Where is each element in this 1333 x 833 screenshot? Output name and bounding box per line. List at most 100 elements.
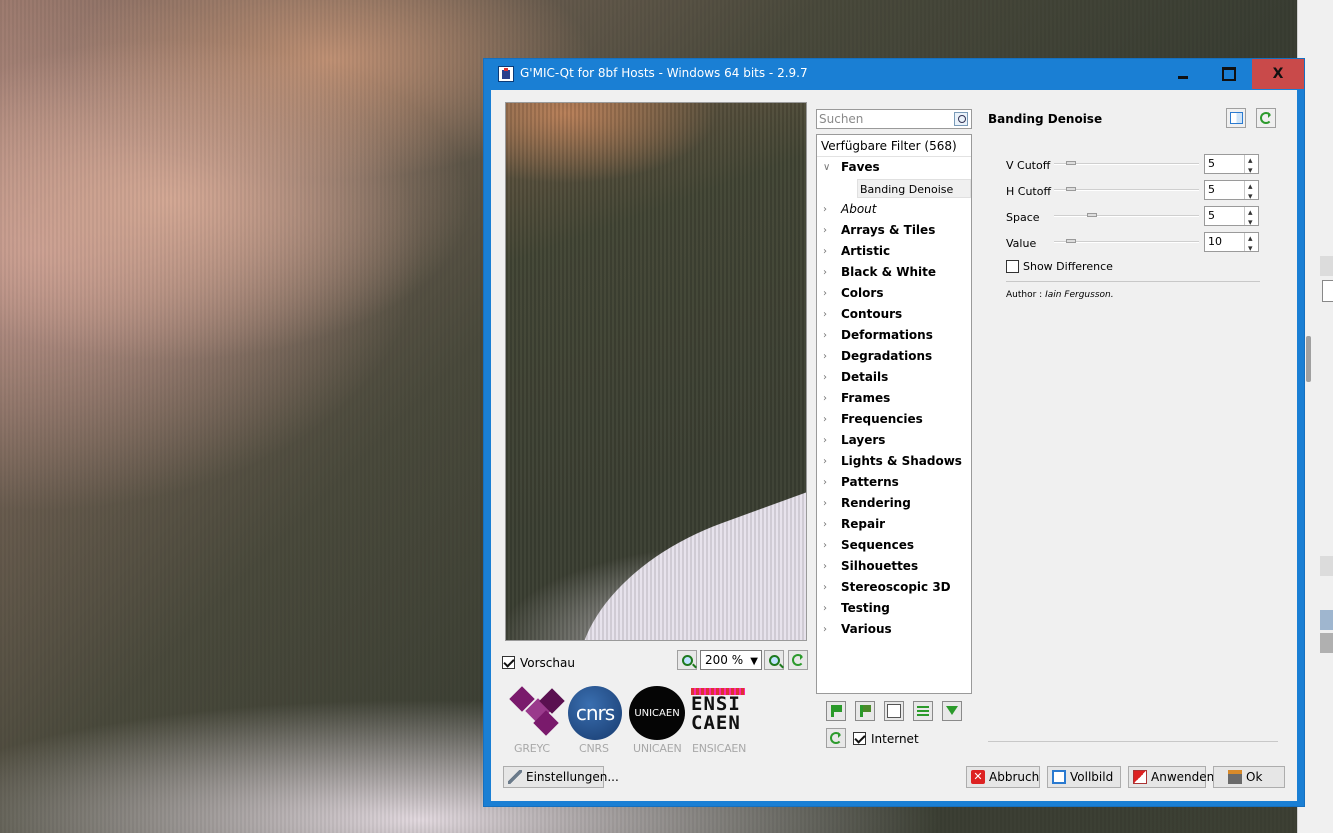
filter-category-stereoscopic-3d[interactable]: › Stereoscopic 3D <box>817 577 971 598</box>
chevron-right-icon: › <box>823 561 827 572</box>
filter-category-arrays-tiles[interactable]: › Arrays & Tiles <box>817 220 971 241</box>
reset-params-button[interactable] <box>1256 108 1276 128</box>
unicaen-logo[interactable]: UNICAEN <box>629 686 685 740</box>
host-layer-icon[interactable] <box>1320 633 1333 653</box>
settings-button-label: Einstellungen... <box>526 770 619 784</box>
title-bar[interactable]: G'MIC-Qt for 8bf Hosts - Windows 64 bits… <box>484 59 1304 89</box>
zoom-out-button[interactable] <box>677 650 697 670</box>
cancel-icon: ✕ <box>971 770 985 784</box>
filter-category-contours[interactable]: › Contours <box>817 304 971 325</box>
ensicaen-logo[interactable]: ENSI CAEN <box>691 688 747 740</box>
show-difference-checkbox[interactable] <box>1006 260 1019 273</box>
apply-button-label: Anwenden <box>1151 770 1215 784</box>
slider-space[interactable] <box>1054 215 1199 217</box>
slider-handle-v-cutoff[interactable] <box>1066 161 1076 165</box>
filter-category-frames[interactable]: › Frames <box>817 388 971 409</box>
filter-category-label: Deformations <box>841 328 933 342</box>
update-filters-button[interactable] <box>826 728 846 748</box>
minimize-button[interactable] <box>1160 59 1206 89</box>
filter-category-degradations[interactable]: › Degradations <box>817 346 971 367</box>
host-scrollbar[interactable] <box>1306 336 1311 382</box>
zoom-select[interactable]: 200 % ▼ <box>700 650 762 670</box>
fullscreen-button[interactable]: Vollbild <box>1047 766 1121 788</box>
filter-category-details[interactable]: › Details <box>817 367 971 388</box>
expand-collapse-button[interactable] <box>942 701 962 721</box>
remove-fave-button[interactable] <box>855 701 875 721</box>
cnrs-logo[interactable]: cnrs <box>568 686 622 740</box>
arrow-down-icon <box>946 706 958 721</box>
chevron-right-icon: › <box>823 414 827 425</box>
cancel-button[interactable]: ✕ Abbruch <box>966 766 1040 788</box>
search-icon[interactable] <box>954 112 968 126</box>
slider-handle-value[interactable] <box>1066 239 1076 243</box>
filter-category-colors[interactable]: › Colors <box>817 283 971 304</box>
add-fave-icon <box>834 705 842 712</box>
toggle-visibility-button[interactable] <box>913 701 933 721</box>
filter-category-testing[interactable]: › Testing <box>817 598 971 619</box>
ok-button-label: Ok <box>1246 770 1263 784</box>
param-label-value: Value <box>1006 237 1037 250</box>
filter-category-sequences[interactable]: › Sequences <box>817 535 971 556</box>
chevron-right-icon: › <box>823 288 827 299</box>
spin-arrows-icon[interactable] <box>1244 204 1258 232</box>
spin-arrows-icon[interactable] <box>1244 152 1258 180</box>
filter-category-label: Frames <box>841 391 891 405</box>
greyc-logo[interactable] <box>507 686 565 738</box>
spinbox-h-cutoff[interactable]: 5 <box>1204 178 1259 206</box>
filter-category-silhouettes[interactable]: › Silhouettes <box>817 556 971 577</box>
zoom-reset-button[interactable] <box>788 650 808 670</box>
filter-category-artistic[interactable]: › Artistic <box>817 241 971 262</box>
filter-category-label: Various <box>841 622 892 636</box>
unicaen-caption: UNICAEN <box>633 742 682 755</box>
ok-button[interactable]: Ok <box>1213 766 1285 788</box>
filter-category-patterns[interactable]: › Patterns <box>817 472 971 493</box>
spinbox-space[interactable]: 5 <box>1204 204 1259 232</box>
slider-handle-space[interactable] <box>1087 213 1097 217</box>
filter-category-label: Frequencies <box>841 412 923 426</box>
search-input[interactable]: Suchen <box>816 109 972 129</box>
slider-handle-h-cutoff[interactable] <box>1066 187 1076 191</box>
filter-item-banding-denoise[interactable]: Banding Denoise <box>857 179 971 198</box>
filter-category-deformations[interactable]: › Deformations <box>817 325 971 346</box>
spinbox-value-param[interactable]: 10 <box>1204 230 1259 258</box>
filter-category-lights-shadows[interactable]: › Lights & Shadows <box>817 451 971 472</box>
filter-category-various[interactable]: › Various <box>817 619 971 640</box>
filter-category-repair[interactable]: › Repair <box>817 514 971 535</box>
settings-button[interactable]: Einstellungen... <box>503 766 619 788</box>
filter-category-rendering[interactable]: › Rendering <box>817 493 971 514</box>
host-layer-icon[interactable] <box>1320 610 1333 630</box>
filter-category-label: Colors <box>841 286 884 300</box>
close-button[interactable]: X <box>1252 59 1304 89</box>
host-input-field[interactable] <box>1322 280 1333 302</box>
spin-arrows-icon[interactable] <box>1244 230 1258 258</box>
filter-category-about[interactable]: › About <box>817 199 971 220</box>
add-fave-button[interactable] <box>826 701 846 721</box>
preview-checkbox[interactable] <box>502 656 515 669</box>
filter-category-layers[interactable]: › Layers <box>817 430 971 451</box>
filter-category-frequencies[interactable]: › Frequencies <box>817 409 971 430</box>
zoom-out-icon <box>681 654 693 666</box>
zoom-in-button[interactable] <box>764 650 784 670</box>
spin-arrows-icon[interactable] <box>1244 178 1258 206</box>
filter-category-black-white[interactable]: › Black & White <box>817 262 971 283</box>
preview-split-button[interactable] <box>1226 108 1246 128</box>
wrench-icon <box>508 770 522 784</box>
maximize-button[interactable] <box>1206 59 1252 89</box>
apply-button[interactable]: Anwenden <box>1128 766 1214 788</box>
filter-category-label: Rendering <box>841 496 911 510</box>
show-difference-label: Show Difference <box>1023 260 1113 273</box>
remove-fave-icon <box>863 705 871 712</box>
text-icon <box>887 704 901 718</box>
host-panel-grip[interactable] <box>1320 556 1333 576</box>
filter-tree[interactable]: Verfügbare Filter (568) ∨ Faves Banding … <box>816 134 972 694</box>
list-check-icon <box>917 714 929 716</box>
filter-category-label: Silhouettes <box>841 559 919 573</box>
spinbox-value: 10 <box>1208 235 1222 248</box>
preview-image[interactable] <box>505 102 807 641</box>
spinbox-v-cutoff[interactable]: 5 <box>1204 152 1259 180</box>
rename-fave-button[interactable] <box>884 701 904 721</box>
filter-category-label: Repair <box>841 517 886 531</box>
filter-category-faves[interactable]: ∨ Faves <box>817 157 971 178</box>
host-panel-grip[interactable] <box>1320 256 1333 276</box>
internet-checkbox[interactable] <box>853 732 866 745</box>
